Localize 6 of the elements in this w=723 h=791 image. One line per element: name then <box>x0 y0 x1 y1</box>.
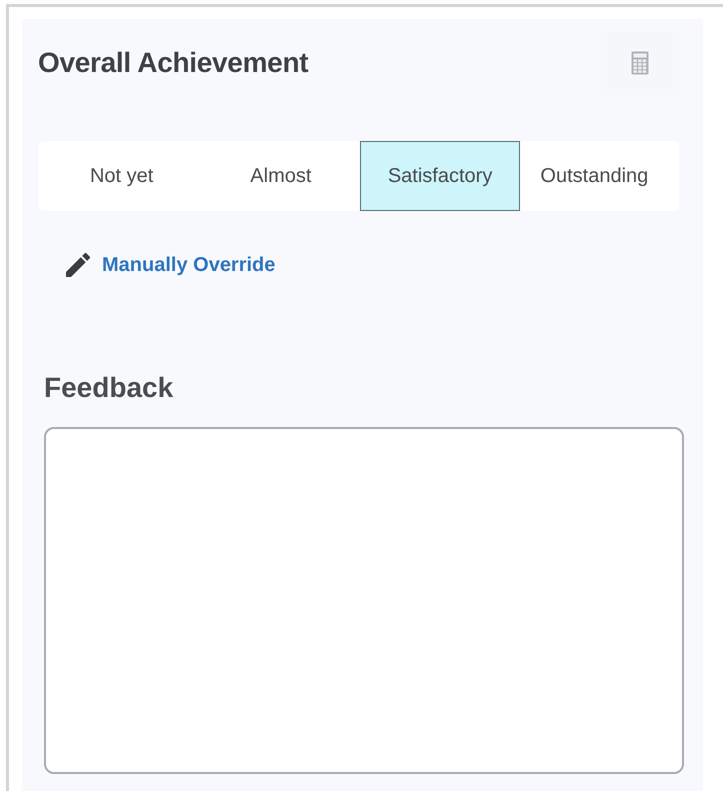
calculator-icon <box>631 51 649 75</box>
feedback-label: Feedback <box>44 371 174 405</box>
level-option[interactable]: Satisfactory <box>360 141 520 211</box>
section-title: Overall Achievement <box>38 46 308 80</box>
feedback-field[interactable] <box>44 427 684 774</box>
manually-override-link[interactable]: Manually Override <box>62 249 276 281</box>
